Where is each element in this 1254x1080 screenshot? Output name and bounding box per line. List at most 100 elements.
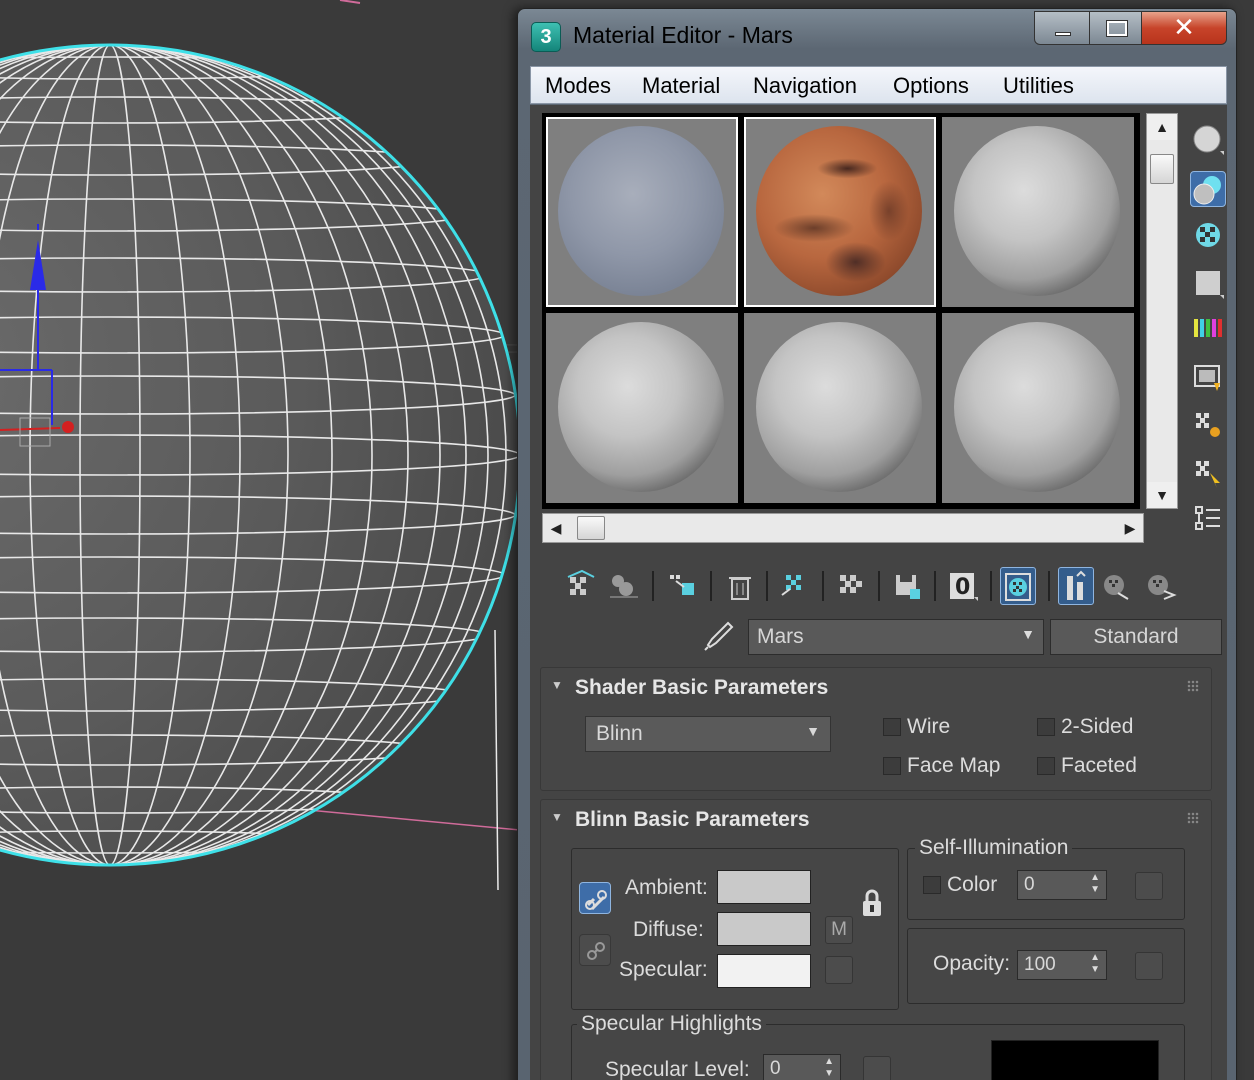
maximize-icon — [1107, 21, 1127, 36]
maximize-button[interactable] — [1089, 11, 1142, 45]
go-forward-sibling-icon[interactable] — [1142, 567, 1178, 605]
rollout-title: Shader Basic Parameters — [575, 676, 829, 699]
spinner-arrows-icon[interactable]: ▲ ▼ — [1090, 872, 1100, 896]
save-icon[interactable] — [890, 567, 926, 605]
assign-to-selection-icon[interactable] — [666, 567, 702, 605]
rollout-header[interactable]: ▼ Shader Basic Parameters — [541, 668, 1211, 706]
faceted-label: Faceted — [1061, 754, 1137, 777]
lock-icon[interactable] — [859, 888, 885, 918]
slot-sphere — [756, 322, 922, 492]
menu-navigation[interactable]: Navigation — [753, 73, 857, 99]
two-sided-checkbox[interactable] — [1037, 718, 1055, 736]
minimize-button[interactable] — [1034, 11, 1090, 45]
show-end-result-icon[interactable] — [1058, 567, 1094, 605]
wire-checkbox[interactable] — [883, 718, 901, 736]
self-illum-value: 0 — [1024, 874, 1035, 895]
wire-label: Wire — [907, 715, 951, 738]
specular-highlights-title: Specular Highlights — [577, 1012, 766, 1036]
diffuse-map-button[interactable]: M — [825, 916, 853, 944]
backlight-icon[interactable] — [1190, 171, 1226, 207]
window-title: Material Editor - Mars — [573, 22, 793, 48]
eyedropper-icon[interactable] — [702, 619, 736, 653]
shader-type-dropdown[interactable]: Blinn ▼ — [585, 716, 831, 752]
face-map-checkbox[interactable] — [883, 757, 901, 775]
video-color-check-icon[interactable] — [1190, 311, 1226, 347]
sample-slot-1[interactable] — [546, 117, 738, 307]
highlight-curve-graph — [991, 1040, 1159, 1080]
specular-color-swatch[interactable] — [717, 954, 811, 988]
material-id-icon[interactable]: 0 — [946, 567, 982, 605]
scroll-thumb[interactable] — [1150, 154, 1174, 184]
self-illum-map-button[interactable] — [1135, 872, 1163, 900]
slot-sphere — [954, 126, 1120, 296]
two-sided-label: 2-Sided — [1061, 715, 1134, 738]
options-icon[interactable] — [1190, 407, 1226, 443]
sample-slot-3[interactable] — [942, 117, 1134, 307]
self-illum-color-checkbox[interactable] — [923, 876, 941, 894]
scroll-left-icon[interactable]: ◀ — [543, 514, 569, 542]
menu-options[interactable]: Options — [893, 73, 969, 99]
specular-map-button[interactable] — [825, 956, 853, 984]
toolbar-separator — [822, 571, 824, 601]
material-name-field[interactable]: Mars ▼ — [748, 619, 1044, 655]
close-button[interactable]: ✕ — [1141, 11, 1227, 45]
scroll-thumb[interactable] — [577, 516, 605, 540]
uv-tiling-icon[interactable] — [1190, 265, 1226, 301]
sample-slot-2-mars[interactable] — [744, 117, 936, 307]
opacity-value: 100 — [1024, 954, 1056, 975]
specular-label: Specular: — [619, 958, 708, 981]
faceted-checkbox[interactable] — [1037, 757, 1055, 775]
reset-map-icon[interactable] — [722, 567, 758, 605]
slots-horizontal-scrollbar[interactable]: ◀ ▶ — [542, 513, 1144, 543]
make-unique-icon[interactable] — [778, 567, 814, 605]
title-bar[interactable]: 3 Material Editor - Mars ✕ — [518, 9, 1236, 65]
toolbar-separator — [934, 571, 936, 601]
opacity-label: Opacity: — [933, 952, 1011, 975]
opacity-map-button[interactable] — [1135, 952, 1163, 980]
sample-slot-5[interactable] — [744, 313, 936, 503]
specular-level-map-button[interactable] — [863, 1056, 891, 1080]
ambient-color-swatch[interactable] — [717, 870, 811, 904]
sample-slot-6[interactable] — [942, 313, 1134, 503]
slots-vertical-scrollbar[interactable]: ▲ ▼ — [1146, 113, 1178, 509]
background-icon[interactable] — [1190, 217, 1226, 253]
material-type-button[interactable]: Standard — [1050, 619, 1222, 655]
put-to-library-icon[interactable] — [834, 567, 870, 605]
diffuse-color-swatch[interactable] — [717, 912, 811, 946]
sample-slot-4[interactable] — [546, 313, 738, 503]
self-illumination-title: Self-Illumination — [915, 836, 1073, 860]
self-illum-color-label: Color — [947, 873, 998, 896]
mars-sphere — [756, 126, 922, 296]
scroll-right-icon[interactable]: ▶ — [1117, 514, 1143, 542]
lock-ambient-diffuse-icon[interactable] — [579, 882, 611, 914]
scroll-up-icon[interactable]: ▲ — [1147, 114, 1177, 140]
select-by-material-icon[interactable] — [1190, 455, 1226, 491]
scroll-down-icon[interactable]: ▼ — [1147, 482, 1177, 508]
menu-material[interactable]: Material — [642, 73, 720, 99]
sample-type-icon[interactable] — [1190, 121, 1226, 157]
go-to-parent-icon[interactable] — [1098, 567, 1134, 605]
lock-diffuse-specular-icon[interactable] — [579, 934, 611, 966]
toolbar-separator — [878, 571, 880, 601]
make-preview-icon[interactable] — [1190, 359, 1226, 395]
put-to-scene-icon[interactable] — [606, 567, 642, 605]
menu-utilities[interactable]: Utilities — [1003, 73, 1074, 99]
menu-modes[interactable]: Modes — [545, 73, 611, 99]
editor-client-area: ▲ ▼ ◀ ▶ 0 Mars ▼ Standard ▼ Shader Basic… — [530, 105, 1227, 1080]
specular-level-spinner[interactable]: 0 ▲ ▼ — [763, 1054, 841, 1080]
show-shaded-icon[interactable] — [1000, 567, 1036, 605]
toolbar-separator — [1048, 571, 1050, 601]
grip-icon — [1187, 680, 1199, 692]
spinner-arrows-icon[interactable]: ▲ ▼ — [824, 1056, 834, 1080]
opacity-spinner[interactable]: 100 ▲ ▼ — [1017, 950, 1107, 980]
get-material-icon[interactable] — [564, 567, 600, 605]
rollout-title: Blinn Basic Parameters — [575, 808, 810, 831]
spinner-arrows-icon[interactable]: ▲ ▼ — [1090, 952, 1100, 976]
self-illum-spinner[interactable]: 0 ▲ ▼ — [1017, 870, 1107, 900]
rollout-header[interactable]: ▼ Blinn Basic Parameters — [541, 800, 1211, 838]
material-map-navigator-icon[interactable] — [1190, 501, 1226, 537]
grip-icon — [1187, 812, 1199, 824]
slot-sphere — [558, 126, 724, 296]
sphere-object — [0, 45, 520, 865]
toolbar-separator — [990, 571, 992, 601]
